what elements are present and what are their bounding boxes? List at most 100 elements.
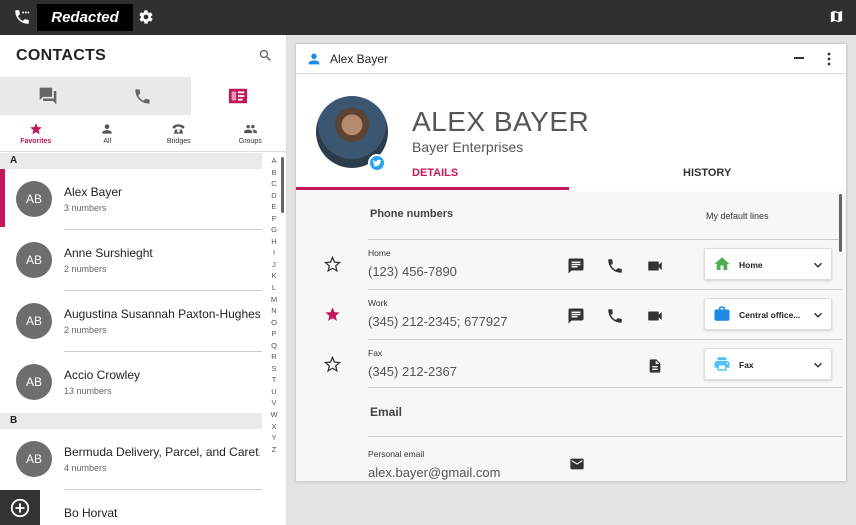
email-icon[interactable] bbox=[568, 456, 586, 477]
chevron-down-icon bbox=[811, 258, 825, 277]
call-icon[interactable] bbox=[606, 257, 624, 280]
default-line-select[interactable]: Home bbox=[704, 248, 832, 280]
detail-scrollbar[interactable] bbox=[839, 194, 842, 252]
list-item[interactable]: AB Augustina Susannah Paxton-Hughes... 2… bbox=[0, 291, 262, 352]
bridge-phone-icon bbox=[172, 123, 185, 134]
subtab-label: Favorites bbox=[20, 137, 52, 145]
alphabet-letter[interactable]: T bbox=[272, 374, 277, 386]
alphabet-letter[interactable]: J bbox=[272, 259, 276, 271]
alphabet-letter[interactable]: V bbox=[271, 397, 276, 409]
alphabet-letter[interactable]: O bbox=[271, 317, 277, 329]
window-title: Alex Bayer bbox=[330, 52, 389, 66]
contacts-filter-tabs: Favorites All Bridges Groups bbox=[0, 115, 286, 152]
subtab-favorites[interactable]: Favorites bbox=[0, 115, 72, 151]
default-line-select[interactable]: Central office... bbox=[704, 298, 832, 330]
alphabet-letter[interactable]: I bbox=[273, 247, 275, 259]
contact-name: Alex Bayer bbox=[64, 185, 123, 199]
alphabet-index[interactable]: ABCDEFGHIJKLMNOPQRSTUVWXYZ bbox=[268, 155, 280, 455]
message-icon[interactable] bbox=[567, 307, 585, 330]
avatar: AB bbox=[16, 364, 52, 400]
gear-icon[interactable] bbox=[138, 9, 154, 30]
minimize-icon[interactable] bbox=[794, 57, 804, 59]
alphabet-letter[interactable]: B bbox=[271, 167, 276, 179]
favorite-star-icon[interactable] bbox=[324, 306, 341, 328]
tab-messages[interactable] bbox=[0, 77, 96, 115]
contact-number-count: 13 numbers bbox=[64, 386, 112, 396]
subtab-bridges[interactable]: Bridges bbox=[143, 115, 215, 151]
alphabet-letter[interactable]: P bbox=[271, 328, 276, 340]
line-select-value: Fax bbox=[739, 360, 754, 370]
tab-history[interactable]: HISTORY bbox=[683, 167, 731, 179]
contacts-scrollbar[interactable] bbox=[281, 157, 284, 213]
add-button[interactable] bbox=[0, 490, 40, 525]
chevron-down-icon bbox=[811, 358, 825, 377]
video-call-icon[interactable] bbox=[645, 257, 665, 280]
search-icon[interactable] bbox=[258, 48, 273, 68]
tab-details[interactable]: DETAILS bbox=[412, 167, 458, 179]
alphabet-letter[interactable]: C bbox=[271, 178, 276, 190]
email-value[interactable]: alex.bayer@gmail.com bbox=[368, 465, 500, 480]
alphabet-letter[interactable]: D bbox=[271, 190, 276, 202]
person-icon bbox=[306, 51, 322, 72]
alphabet-letter[interactable]: A bbox=[271, 155, 276, 167]
alphabet-letter[interactable]: F bbox=[272, 213, 277, 225]
message-icon[interactable] bbox=[567, 257, 585, 280]
phone-icon bbox=[135, 88, 151, 104]
contact-number-count: 2 numbers bbox=[64, 264, 107, 274]
contact-name: Augustina Susannah Paxton-Hughes... bbox=[64, 307, 260, 321]
email-heading: Email bbox=[370, 405, 403, 419]
list-item[interactable]: AB Bermuda Delivery, Parcel, and Caret..… bbox=[0, 429, 262, 490]
avatar: AB bbox=[16, 181, 52, 217]
document-icon[interactable] bbox=[647, 357, 663, 380]
alphabet-letter[interactable]: L bbox=[272, 282, 276, 294]
alphabet-letter[interactable]: E bbox=[271, 201, 276, 213]
tab-contacts[interactable] bbox=[190, 77, 286, 115]
alphabet-letter[interactable]: Q bbox=[271, 340, 277, 352]
alphabet-letter[interactable]: K bbox=[271, 270, 276, 282]
subtab-all[interactable]: All bbox=[72, 115, 144, 151]
list-item[interactable]: AB Accio Crowley 13 numbers bbox=[0, 352, 262, 413]
phone-row-home: Home (123) 456-7890 Home bbox=[296, 240, 846, 290]
alphabet-letter[interactable]: M bbox=[271, 294, 277, 306]
profile-header: ALEX BAYER Bayer Enterprises DETAILS HIS… bbox=[296, 75, 846, 191]
contacts-list: A AB Alex Bayer 3 numbers AB Anne Surshi… bbox=[0, 153, 262, 525]
twitter-icon[interactable] bbox=[368, 154, 386, 172]
contact-name: Bo Horvat bbox=[64, 506, 118, 520]
line-select-value: Central office... bbox=[739, 310, 801, 320]
list-item[interactable]: AB Anne Surshieght 2 numbers bbox=[0, 230, 262, 291]
default-lines-label: My default lines bbox=[706, 211, 769, 221]
alphabet-letter[interactable]: S bbox=[271, 363, 276, 375]
alphabet-letter[interactable]: Y bbox=[271, 432, 276, 444]
more-vert-icon[interactable] bbox=[826, 52, 832, 71]
alphabet-letter[interactable]: U bbox=[271, 386, 276, 398]
alphabet-letter[interactable]: H bbox=[271, 236, 276, 248]
default-line-select[interactable]: Fax bbox=[704, 348, 832, 380]
printer-icon bbox=[713, 355, 731, 378]
call-icon[interactable] bbox=[606, 307, 624, 330]
person-icon bbox=[102, 123, 112, 134]
phone-label: Work bbox=[368, 298, 388, 308]
email-label: Personal email bbox=[368, 449, 425, 459]
list-item[interactable]: AB Alex Bayer 3 numbers bbox=[0, 169, 262, 230]
tab-calls[interactable] bbox=[95, 77, 191, 115]
video-call-icon[interactable] bbox=[645, 307, 665, 330]
alphabet-letter[interactable]: W bbox=[270, 409, 277, 421]
phone-settings-icon[interactable] bbox=[12, 8, 32, 31]
alphabet-letter[interactable]: N bbox=[271, 305, 276, 317]
alphabet-letter[interactable]: R bbox=[271, 351, 276, 363]
avatar: AB bbox=[16, 303, 52, 339]
alphabet-letter[interactable]: G bbox=[271, 224, 277, 236]
phone-row-fax: Fax (345) 212-2367 Fax bbox=[296, 340, 846, 390]
alphabet-letter[interactable]: X bbox=[271, 421, 276, 433]
contact-company: Bayer Enterprises bbox=[412, 139, 524, 155]
add-circle-icon bbox=[10, 498, 30, 517]
email-row: Personal email alex.bayer@gmail.com bbox=[296, 441, 846, 481]
favorite-star-icon[interactable] bbox=[323, 355, 342, 378]
phone-number: (345) 212-2367 bbox=[368, 364, 457, 379]
subtab-groups[interactable]: Groups bbox=[215, 115, 287, 151]
contacts-book-icon bbox=[229, 88, 248, 104]
alphabet-letter[interactable]: Z bbox=[272, 444, 277, 456]
map-icon[interactable] bbox=[829, 9, 844, 29]
divider bbox=[368, 387, 842, 388]
favorite-star-icon[interactable] bbox=[323, 255, 342, 278]
